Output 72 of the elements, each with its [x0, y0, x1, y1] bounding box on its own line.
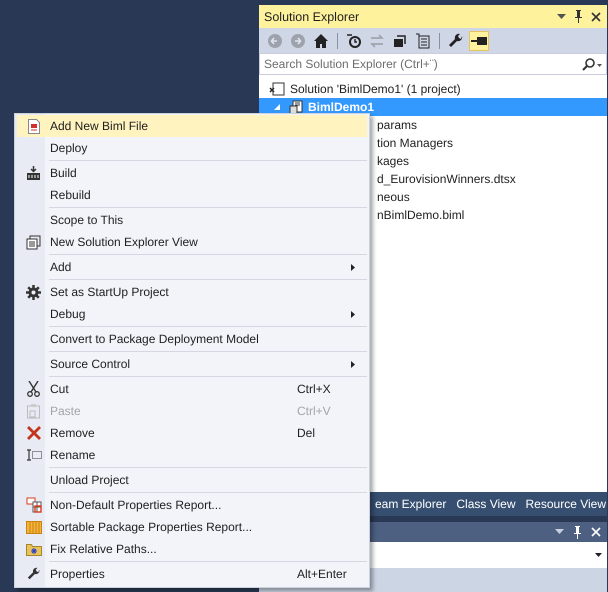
- expand-arrow-icon[interactable]: [273, 103, 281, 111]
- menu-item[interactable]: Sortable Package Properties Report...: [17, 516, 367, 538]
- tree-item-label: nBimlDemo.biml: [377, 208, 464, 222]
- menu-item[interactable]: Remove Del: [17, 422, 367, 444]
- preview-button[interactable]: [469, 30, 489, 50]
- window-icon: [26, 234, 41, 250]
- wrench-icon: [448, 32, 464, 48]
- search-input[interactable]: Search Solution Explorer (Ctrl+¨): [264, 57, 582, 71]
- menu-item[interactable]: Fix Relative Paths...: [17, 538, 367, 560]
- preview-icon: [471, 36, 487, 44]
- panel-tab[interactable]: Class View: [456, 497, 516, 511]
- home-icon: [313, 32, 329, 48]
- shortcut-text: Alt+Enter: [297, 567, 348, 581]
- dropdown-icon[interactable]: [555, 529, 564, 535]
- menu-item[interactable]: Properties Alt+Enter: [17, 563, 367, 585]
- menu-item[interactable]: Set as StartUp Project: [17, 281, 367, 303]
- tree-item-label: neous: [377, 190, 410, 204]
- columns-icon: [26, 520, 42, 534]
- panel-tab[interactable]: Resource View: [526, 497, 606, 511]
- tree-item-label: params: [377, 118, 418, 132]
- shortcut-text: Ctrl+V: [297, 404, 332, 418]
- panel-title: Solution Explorer: [264, 10, 360, 24]
- wrench-icon: [26, 567, 40, 581]
- pin-icon[interactable]: [573, 526, 582, 538]
- search-icon[interactable]: [582, 58, 602, 70]
- tree-item-label: kages: [377, 154, 410, 168]
- grid-icon: [26, 497, 42, 513]
- submenu-arrow-icon: [351, 310, 355, 318]
- forward-icon: [290, 32, 306, 48]
- dropdown-icon[interactable]: [557, 14, 566, 20]
- menu-item[interactable]: Cut Ctrl+X: [17, 378, 367, 400]
- shortcut-text: Ctrl+X: [297, 382, 332, 396]
- menu-item[interactable]: Rebuild: [17, 184, 367, 206]
- build-icon: [26, 166, 41, 180]
- menu-item[interactable]: Build: [17, 162, 367, 184]
- folder-icon: [26, 542, 42, 556]
- menu-item[interactable]: Deploy: [17, 137, 367, 159]
- menu-item[interactable]: Add: [17, 256, 367, 278]
- menu-item[interactable]: Convert to Package Deployment Model: [17, 328, 367, 350]
- menu-item[interactable]: Scope to This: [17, 209, 367, 231]
- document-icon: [28, 118, 40, 134]
- show-all-icon: [415, 32, 431, 48]
- search-field[interactable]: Search Solution Explorer (Ctrl+¨): [259, 53, 607, 75]
- close-icon[interactable]: [591, 12, 601, 22]
- panel-tab[interactable]: eam Explorer: [375, 497, 446, 511]
- history-icon: [346, 32, 362, 48]
- menu-item[interactable]: Unload Project: [17, 469, 367, 491]
- pin-icon[interactable]: [574, 10, 583, 23]
- rename-icon: [26, 449, 42, 461]
- solution-icon: [269, 82, 285, 96]
- tree-item[interactable]: Solution 'BimlDemo1' (1 project): [259, 80, 607, 98]
- tree-item-label: BimlDemo1: [308, 100, 374, 114]
- cross-icon: [26, 426, 40, 440]
- menu-item[interactable]: New Solution Explorer View: [17, 231, 367, 253]
- menu-item[interactable]: Rename: [17, 444, 367, 466]
- back-icon: [267, 32, 283, 48]
- tree-item-label: tion Managers: [377, 136, 454, 150]
- scissors-icon: [27, 381, 40, 397]
- submenu-arrow-icon: [351, 360, 355, 368]
- clipboard-icon: [27, 403, 40, 419]
- caret-icon: [595, 553, 602, 557]
- menu-item[interactable]: Debug: [17, 303, 367, 325]
- sync-icon: [369, 32, 385, 48]
- collapse-icon: [392, 32, 408, 48]
- menu-item[interactable]: Source Control: [17, 353, 367, 375]
- tree-item-label: d_EurovisionWinners.dtsx: [377, 172, 516, 186]
- gear-icon: [26, 284, 41, 300]
- menu-item[interactable]: Non-Default Properties Report...: [17, 494, 367, 516]
- menu-item[interactable]: Add New Biml File: [17, 115, 367, 137]
- shortcut-text: Del: [297, 426, 316, 440]
- submenu-arrow-icon: [351, 264, 355, 270]
- tree-item-label: Solution 'BimlDemo1' (1 project): [290, 82, 461, 96]
